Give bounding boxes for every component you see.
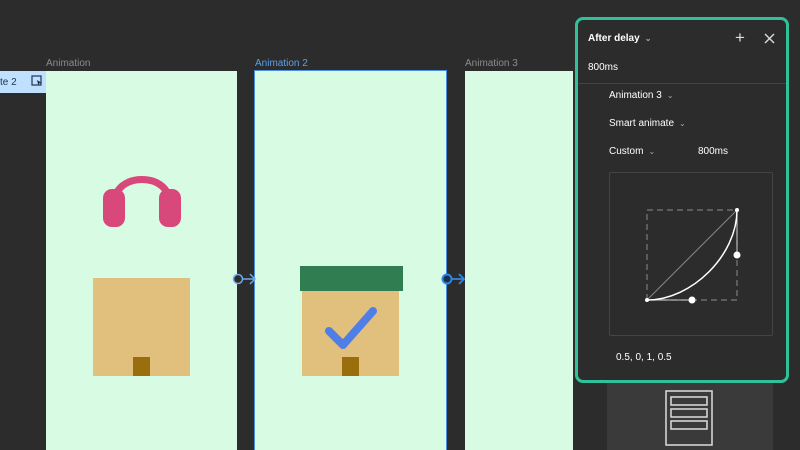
bezier-values-text: 0.5, 0, 1, 0.5 xyxy=(616,352,672,363)
interaction-panel: After delay ⌄ + 800ms Animation 3 ⌄ Smar… xyxy=(575,17,789,383)
frame-animation[interactable] xyxy=(46,71,237,450)
divider xyxy=(578,83,786,84)
flow-start-tag[interactable]: te 2 xyxy=(0,71,46,93)
box-closed xyxy=(93,278,190,376)
bezier-curve-graph xyxy=(645,208,741,304)
close-icon[interactable] xyxy=(764,33,775,44)
destination-select[interactable]: Animation 3 ⌄ xyxy=(609,90,674,101)
chevron-down-icon: ⌄ xyxy=(648,147,656,156)
frame-animation-2[interactable] xyxy=(254,70,447,450)
delay-value: 800ms xyxy=(588,62,619,73)
trigger-select[interactable]: After delay ⌄ xyxy=(588,33,651,44)
add-icon[interactable]: + xyxy=(735,29,745,46)
easing-label: Custom xyxy=(609,146,644,157)
prototype-connector-2[interactable] xyxy=(440,271,468,287)
delay-field[interactable]: 800ms xyxy=(588,62,618,73)
frame-label-animation-3[interactable]: Animation 3 xyxy=(465,58,518,69)
frame-label-animation-2[interactable]: Animation 2 xyxy=(255,58,308,69)
trigger-label: After delay xyxy=(588,33,640,44)
layout-preview-icon xyxy=(665,390,713,446)
layout-thumbnail[interactable] xyxy=(607,380,773,450)
headphones-icon xyxy=(103,176,181,227)
chevron-down-icon: ⌄ xyxy=(666,91,674,100)
animation-select[interactable]: Smart animate ⌄ xyxy=(609,118,686,129)
flow-start-label: te 2 xyxy=(0,76,17,88)
chevron-down-icon: ⌄ xyxy=(644,34,652,43)
box-lid xyxy=(300,266,403,291)
easing-select[interactable]: Custom ⌄ xyxy=(609,146,655,157)
animation-label: Smart animate xyxy=(609,118,675,129)
bezier-handle-2[interactable] xyxy=(733,251,741,259)
destination-label: Animation 3 xyxy=(609,90,662,101)
checkmark-icon xyxy=(325,307,377,349)
bezier-curve-editor[interactable] xyxy=(609,172,773,336)
bezier-values[interactable]: 0.5, 0, 1, 0.5 xyxy=(616,352,672,363)
duration-field[interactable]: 800ms xyxy=(698,146,728,157)
play-frame-icon[interactable] xyxy=(31,75,43,90)
chevron-down-icon: ⌄ xyxy=(679,119,686,128)
frame-label-animation[interactable]: Animation xyxy=(46,58,90,69)
prototype-connector-1[interactable] xyxy=(231,271,259,287)
bezier-handle-1[interactable] xyxy=(688,296,696,304)
duration-value: 800ms xyxy=(698,146,729,157)
